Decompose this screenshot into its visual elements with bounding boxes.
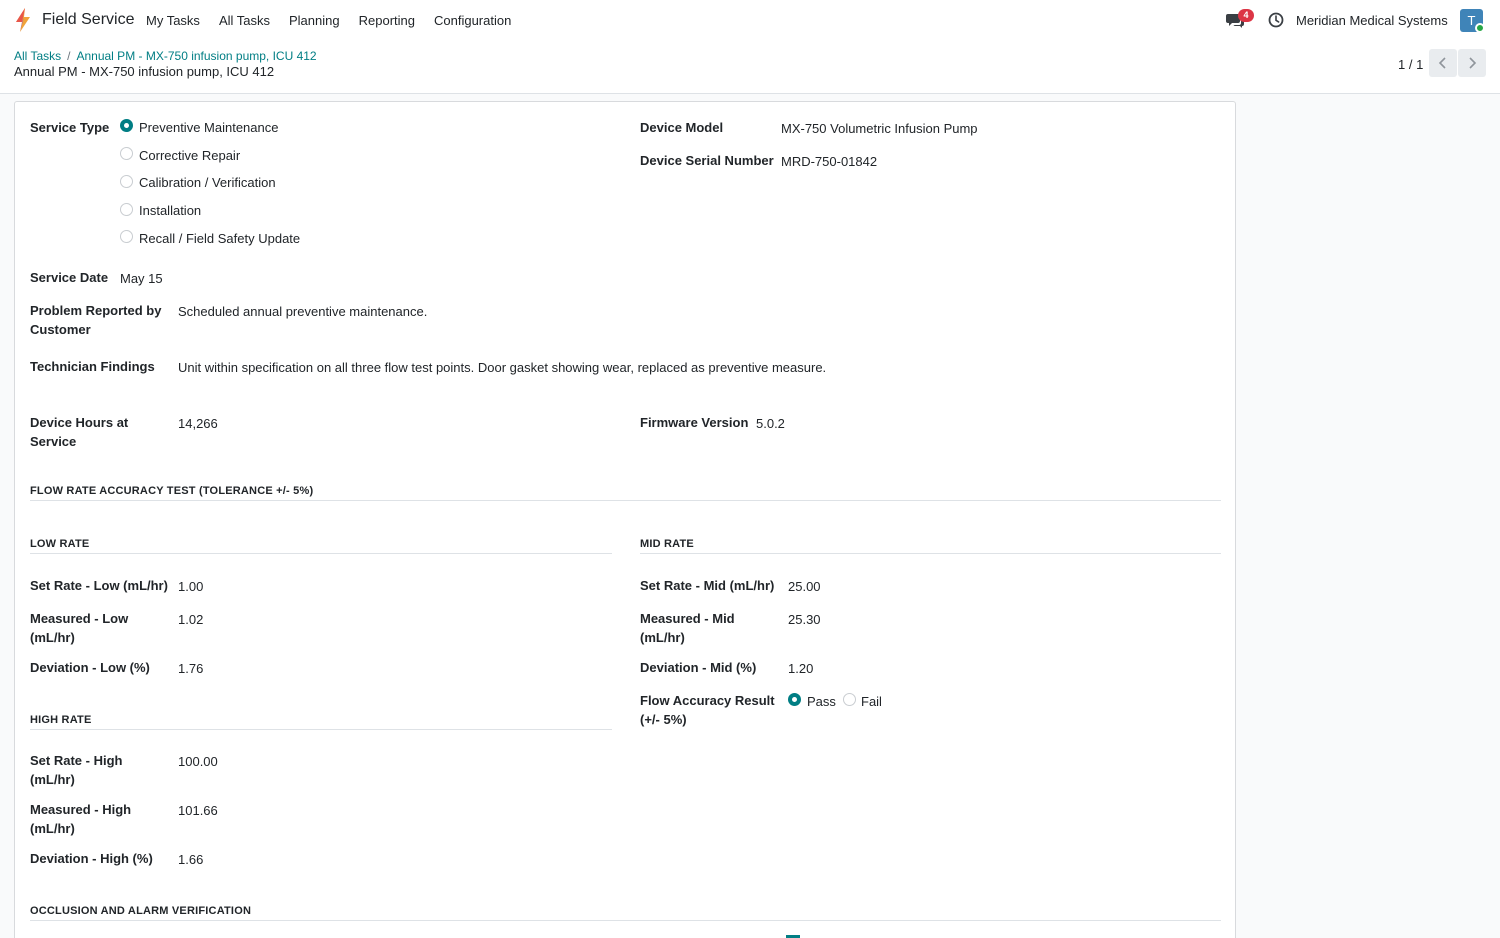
occlusion-section-divider	[30, 920, 1221, 921]
set-rate-low-label: Set Rate - Low (mL/hr)	[30, 578, 168, 593]
problem-reported-label: Problem Reported by	[30, 303, 162, 318]
service-type-label: Service Type	[30, 120, 110, 135]
app-name[interactable]: Field Service	[42, 11, 134, 29]
measured-low-label: Measured - Low	[30, 611, 129, 626]
service-type-radio-calibration[interactable]	[120, 175, 133, 188]
form-sheet: Service Type Preventive Maintenance Corr…	[14, 101, 1236, 938]
device-hours-field[interactable]: 14,266	[178, 414, 218, 433]
low-rate-group-title: LOW RATE	[30, 538, 90, 550]
firmware-version-field[interactable]: 5.0.2	[756, 414, 785, 433]
deviation-low-label: Deviation - Low (%)	[30, 660, 150, 675]
flow-rate-section-title: FLOW RATE ACCURACY TEST (TOLERANCE +/- 5…	[30, 485, 314, 497]
high-rate-group-title: HIGH RATE	[30, 714, 92, 726]
service-type-option-corrective[interactable]: Corrective Repair	[139, 146, 240, 165]
online-status-indicator	[1475, 23, 1485, 33]
device-model-field[interactable]: MX-750 Volumetric Infusion Pump	[781, 119, 978, 138]
technician-findings-field[interactable]: Unit within specification on all three f…	[178, 358, 826, 377]
technician-findings-label: Technician Findings	[30, 359, 155, 374]
device-hours-label-line2: Service	[30, 434, 77, 449]
mid-rate-divider	[640, 553, 1221, 554]
deviation-high-field[interactable]: 1.66	[178, 850, 203, 869]
menu-item-my-tasks[interactable]: My Tasks	[146, 13, 200, 28]
measured-low-field[interactable]: 1.02	[178, 610, 203, 629]
set-rate-high-label-line2: (mL/hr)	[30, 772, 75, 787]
flow-accuracy-result-label-line2: (+/- 5%)	[640, 712, 687, 727]
firmware-version-label: Firmware Version	[640, 415, 749, 430]
pager-next-button[interactable]	[1458, 49, 1486, 77]
menu-item-all-tasks[interactable]: All Tasks	[219, 13, 270, 28]
breadcrumb: All Tasks / Annual PM - MX-750 infusion pu…	[14, 49, 317, 63]
service-date-field[interactable]: May 15	[120, 269, 163, 288]
service-type-radio-preventive[interactable]	[120, 119, 133, 132]
problem-reported-field[interactable]: Scheduled annual preventive maintenance.	[178, 302, 427, 321]
breadcrumb-separator: /	[67, 49, 71, 63]
service-type-option-recall[interactable]: Recall / Field Safety Update	[139, 229, 300, 248]
service-type-option-calibration[interactable]: Calibration / Verification	[139, 173, 276, 192]
device-hours-label: Device Hours at	[30, 415, 129, 430]
breadcrumb-current-task[interactable]: Annual PM - MX-750 infusion pump, ICU 41…	[76, 49, 316, 63]
set-rate-mid-label: Set Rate - Mid (mL/hr)	[640, 578, 775, 593]
deviation-mid-label: Deviation - Mid (%)	[640, 660, 757, 675]
service-type-radio-installation[interactable]	[120, 203, 133, 216]
flow-result-radio-pass[interactable]	[788, 693, 801, 706]
flow-rate-section-divider	[30, 500, 1221, 501]
high-rate-divider	[30, 729, 612, 730]
chevron-left-icon	[1438, 57, 1446, 69]
deviation-low-field[interactable]: 1.76	[178, 659, 203, 678]
measured-high-label: Measured - High	[30, 802, 132, 817]
set-rate-low-field[interactable]: 1.00	[178, 577, 203, 596]
device-model-label: Device Model	[640, 120, 724, 135]
service-type-radio-corrective[interactable]	[120, 147, 133, 160]
measured-mid-label: Measured - Mid	[640, 611, 735, 626]
device-serial-field[interactable]: MRD-750-01842	[781, 152, 877, 171]
menu-item-configuration[interactable]: Configuration	[434, 13, 511, 28]
occlusion-section-title: OCCLUSION AND ALARM VERIFICATION	[30, 905, 252, 917]
activity-clock-icon[interactable]	[1268, 12, 1284, 28]
main-menu: My Tasks All Tasks Planning Reporting Co…	[146, 13, 530, 28]
set-rate-mid-field[interactable]: 25.00	[788, 577, 821, 596]
message-count-badge: 4	[1238, 9, 1254, 22]
field-service-logo-icon[interactable]	[14, 8, 32, 32]
record-title: Annual PM - MX-750 infusion pump, ICU 41…	[14, 64, 275, 79]
chevron-right-icon	[1469, 57, 1477, 69]
menu-item-reporting[interactable]: Reporting	[359, 13, 415, 28]
low-rate-divider	[30, 553, 612, 554]
set-rate-high-field[interactable]: 100.00	[178, 752, 218, 771]
menu-item-planning[interactable]: Planning	[289, 13, 340, 28]
measured-high-label-line2: (mL/hr)	[30, 821, 75, 836]
pager-counter[interactable]: 1 / 1	[1398, 57, 1423, 72]
company-switcher[interactable]: Meridian Medical Systems	[1296, 13, 1448, 28]
set-rate-high-label: Set Rate - High	[30, 753, 123, 768]
top-navbar: Field Service My Tasks All Tasks Plannin…	[0, 0, 1500, 41]
measured-low-label-line2: (mL/hr)	[30, 630, 75, 645]
device-serial-label: Device Serial Number	[640, 153, 774, 168]
flow-accuracy-result-label: Flow Accuracy Result	[640, 693, 775, 708]
measured-high-field[interactable]: 101.66	[178, 801, 218, 820]
service-date-label: Service Date	[30, 270, 109, 285]
service-type-option-preventive[interactable]: Preventive Maintenance	[139, 118, 278, 137]
deviation-high-label: Deviation - High (%)	[30, 851, 153, 866]
pager-previous-button[interactable]	[1429, 49, 1457, 77]
measured-mid-label-line2: (mL/hr)	[640, 630, 685, 645]
breadcrumb-all-tasks[interactable]: All Tasks	[14, 49, 61, 63]
service-type-radio-recall[interactable]	[120, 230, 133, 243]
service-type-option-installation[interactable]: Installation	[139, 201, 201, 220]
flow-result-option-pass[interactable]: Pass	[807, 692, 836, 711]
flow-result-radio-fail[interactable]	[843, 693, 856, 706]
deviation-mid-field[interactable]: 1.20	[788, 659, 813, 678]
problem-reported-label-line2: Customer	[30, 322, 91, 337]
measured-mid-field[interactable]: 25.30	[788, 610, 821, 629]
mid-rate-group-title: MID RATE	[640, 538, 694, 550]
flow-result-option-fail[interactable]: Fail	[861, 692, 882, 711]
